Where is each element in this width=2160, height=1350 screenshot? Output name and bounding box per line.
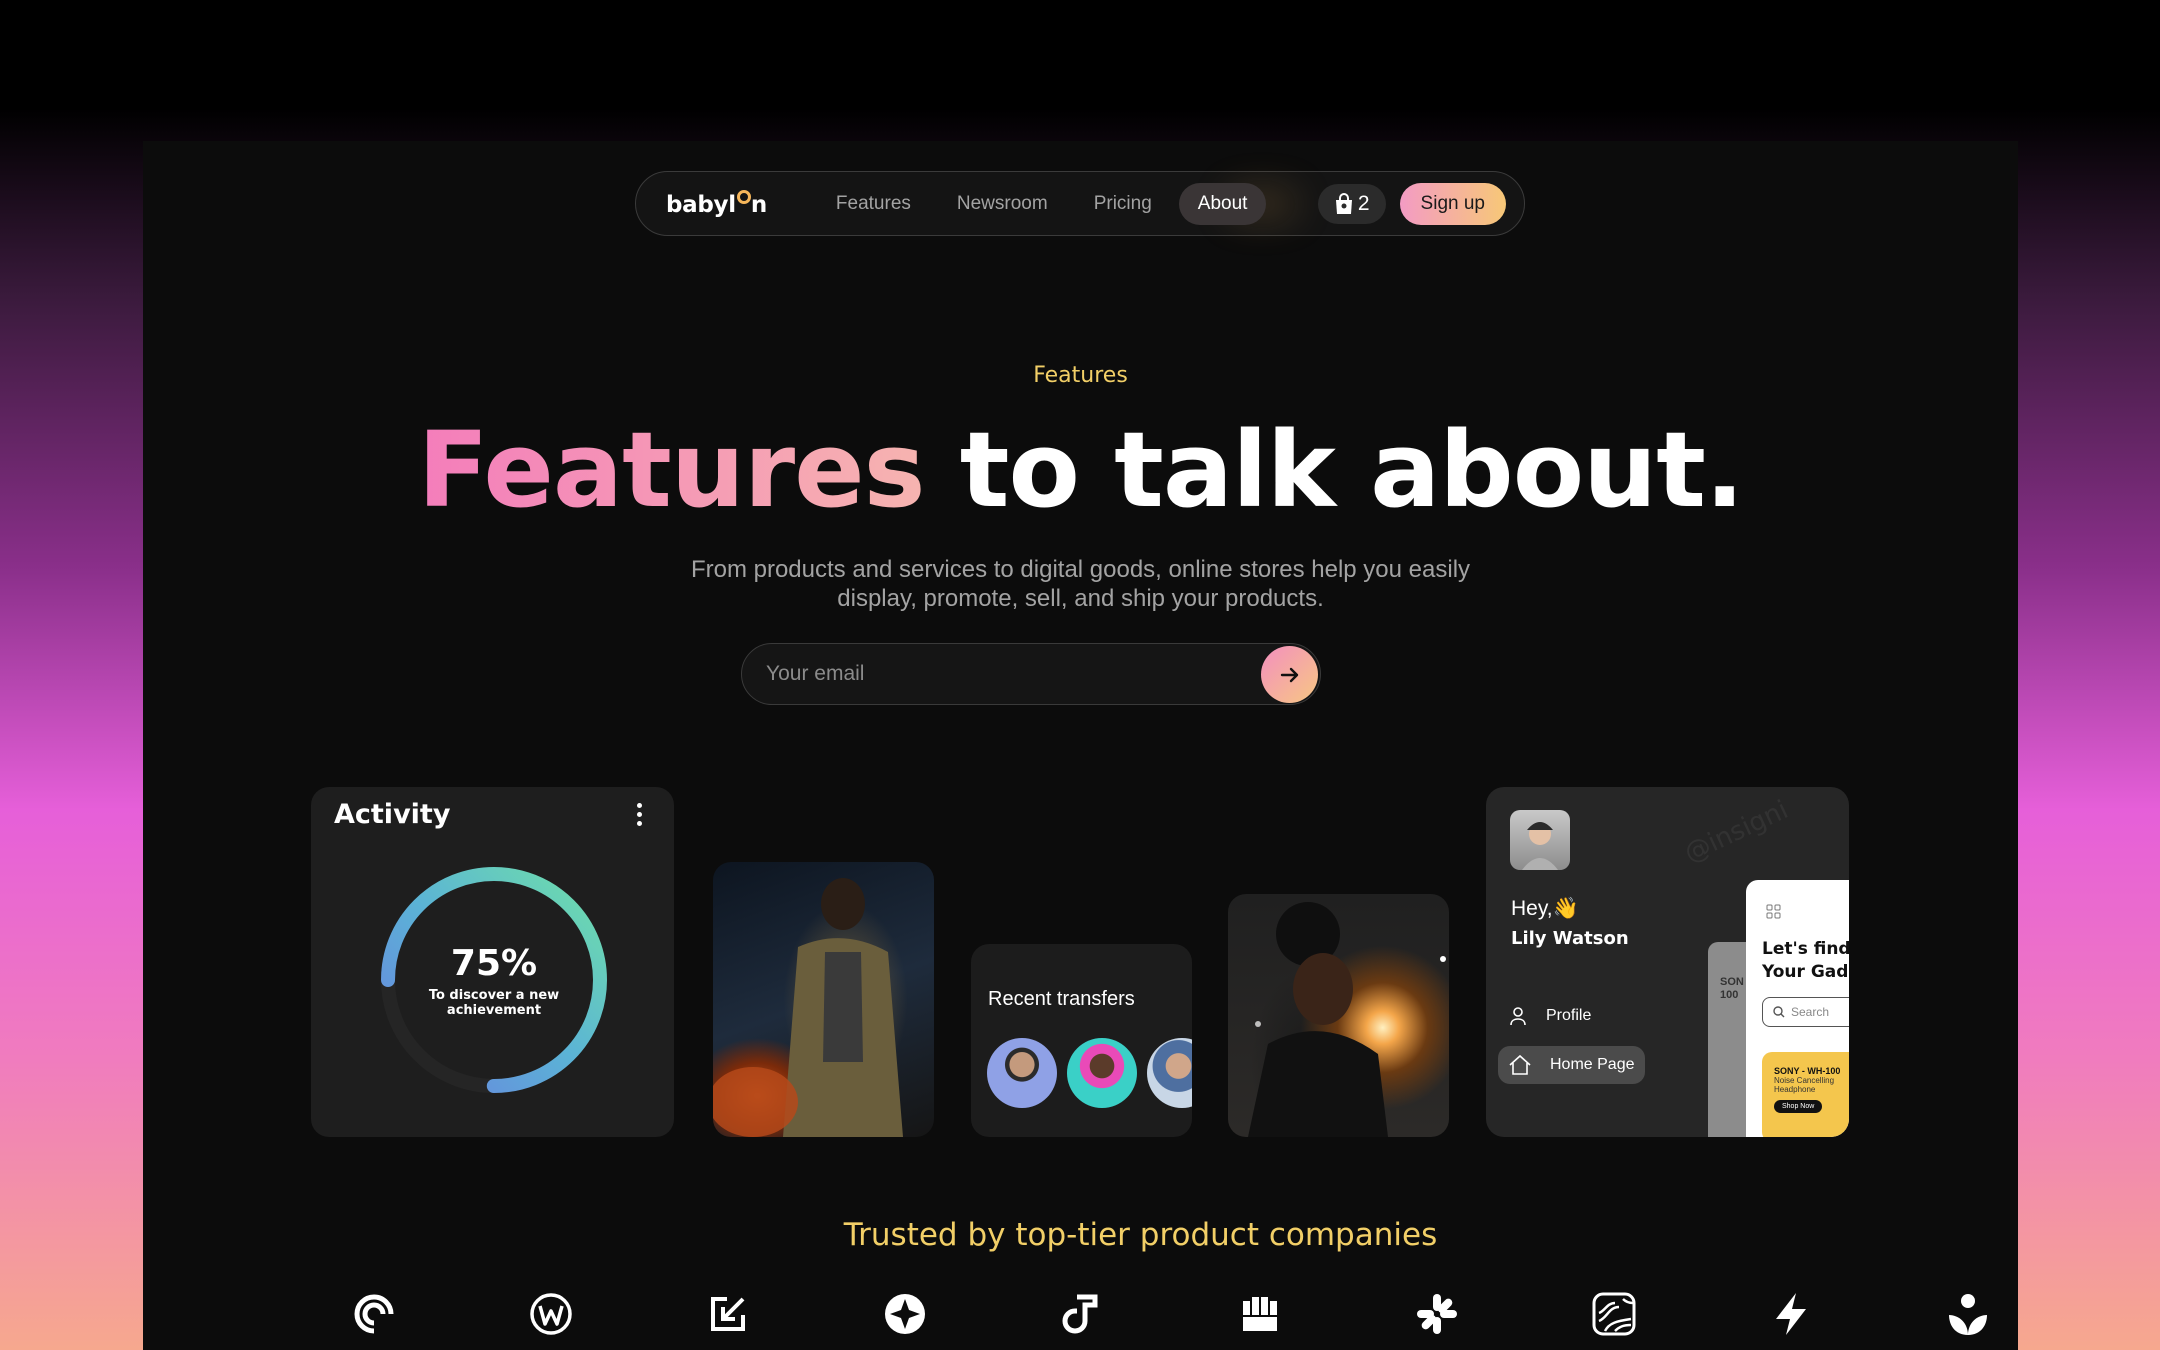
menu-label-profile: Profile (1546, 1007, 1592, 1024)
cart-button[interactable]: 2 (1317, 183, 1386, 224)
watermark-text: @insigni (1679, 795, 1793, 869)
w-circle-logo-icon (530, 1293, 572, 1335)
man-silhouette-image (713, 878, 903, 1137)
menu-label-home: Home Page (1550, 1056, 1635, 1073)
main-frame: babyl n Features Newsroom Pricing About 2… (143, 141, 2018, 1350)
topography-logo-icon (1592, 1292, 1636, 1336)
photo-woman-sparkler (1228, 894, 1449, 1137)
signup-button[interactable]: Sign up (1399, 182, 1506, 225)
avatar[interactable] (1147, 1038, 1192, 1108)
arrow-square-logo-icon (711, 1297, 746, 1331)
transfers-title: Recent transfers (988, 988, 1135, 1010)
logo-o-icon (736, 189, 751, 204)
promo-card[interactable]: SONY - WH-100 Noise Cancelling Headphone… (1762, 1052, 1849, 1137)
hero-headline: Features to talk about. (143, 409, 2018, 531)
avatar[interactable] (1067, 1038, 1137, 1108)
trusted-title: Trusted by top-tier product companies (843, 1217, 1438, 1253)
home-icon (1509, 1054, 1531, 1075)
search-icon (1773, 1006, 1785, 1018)
user-icon (1510, 1007, 1526, 1026)
brand-logo[interactable]: babyl n (666, 189, 767, 218)
menu-item-profile[interactable]: Profile (1498, 998, 1601, 1034)
nav-link-newsroom[interactable]: Newsroom (938, 183, 1067, 225)
asterisk-logo-icon (1416, 1294, 1457, 1334)
subtitle-line-1: From products and services to digital go… (690, 556, 1471, 583)
photo-man-jacket (713, 862, 934, 1137)
greeting-text: Hey,👋 (1511, 897, 1579, 920)
top-nav: babyl n Features Newsroom Pricing About 2… (635, 171, 1525, 236)
activity-title: Activity (334, 799, 451, 830)
recent-transfers-card: Recent transfers (971, 944, 1192, 1137)
phone-title: Let's find Your Gadg (1762, 939, 1849, 982)
submit-email-button[interactable] (1261, 646, 1318, 703)
shop-now-button[interactable]: Shop Now (1774, 1100, 1823, 1113)
j-note-logo-icon (1062, 1294, 1098, 1334)
fist-logo-icon (1242, 1297, 1277, 1331)
search-placeholder: Search (1791, 1005, 1830, 1019)
headline-rest: to talk about. (924, 409, 1745, 531)
app-preview-card: @insigni Hey,👋 Lily Watson Profile Home … (1486, 787, 1849, 1137)
activity-card: Activity 75% To discover a new achieveme… (311, 787, 674, 1137)
user-avatar (1510, 810, 1570, 870)
progress-label: 75% To discover a new achievement (374, 860, 614, 1100)
user-name: Lily Watson (1511, 928, 1629, 949)
woman-silhouette-image (1248, 902, 1446, 1137)
grid-icon (1766, 904, 1781, 919)
headline-highlight: Features (417, 409, 926, 531)
subtitle-line-2: display, promote, sell, and ship your pr… (837, 585, 1324, 612)
promo-subtitle: Noise Cancelling Headphone (1774, 1076, 1835, 1094)
more-options-icon[interactable] (637, 803, 642, 826)
promo-title: SONY - WH-100 (1774, 1066, 1841, 1076)
nav-link-features[interactable]: Features (817, 183, 930, 225)
flower-logo-icon (1948, 1294, 1987, 1335)
logo-text-suffix: n (750, 191, 767, 218)
spiral-logo-icon (354, 1294, 394, 1334)
email-form (741, 643, 1321, 705)
bolt-logo-icon (1775, 1293, 1806, 1335)
avatar[interactable] (987, 1038, 1057, 1108)
nav-link-about[interactable]: About (1178, 182, 1267, 225)
menu-item-home[interactable]: Home Page (1498, 1046, 1645, 1084)
hero-subtitle: From products and services to digital go… (143, 555, 2018, 613)
company-logos (351, 1291, 1991, 1337)
shopping-bag-icon (1335, 192, 1352, 214)
logo-text-prefix: babyl (666, 191, 736, 218)
phone-screen: Let's find Your Gadg Search SONY - WH-10… (1746, 880, 1849, 1137)
star-circle-logo-icon (885, 1294, 926, 1334)
arrow-right-icon (1280, 667, 1298, 682)
progress-percent: 75% (450, 942, 538, 984)
hero-eyebrow: Features (1033, 363, 1128, 388)
progress-caption: To discover a new achievement (428, 987, 560, 1018)
email-input[interactable] (766, 662, 1246, 686)
phone-search-input[interactable]: Search (1762, 997, 1849, 1027)
nav-link-pricing[interactable]: Pricing (1075, 183, 1171, 225)
cart-count: 2 (1357, 191, 1370, 215)
